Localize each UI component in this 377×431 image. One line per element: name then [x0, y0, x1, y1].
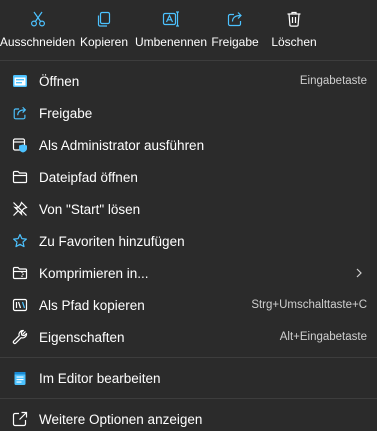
menu-item-label: Zu Favoriten hinzufügen: [39, 233, 185, 249]
context-menu: Ausschneiden Kopieren Umbenennen Freigab…: [0, 0, 377, 431]
separator: [0, 60, 377, 61]
menu-item-label: Weitere Optionen anzeigen: [39, 411, 203, 427]
unpin-icon: [11, 200, 29, 218]
admin-shield-icon: [11, 136, 29, 154]
separator: [0, 357, 377, 358]
quick-action-bar: Ausschneiden Kopieren Umbenennen Freigab…: [0, 0, 377, 56]
copy-button[interactable]: Kopieren: [75, 0, 133, 56]
wrench-icon: [11, 328, 29, 346]
menu-item-unpin-from-start[interactable]: Von "Start" lösen: [0, 193, 377, 225]
menu-item-label: Im Editor bearbeiten: [39, 370, 161, 386]
open-icon: [11, 72, 29, 90]
menu-item-run-as-admin[interactable]: Als Administrator ausführen: [0, 129, 377, 161]
menu-item-show-more-options[interactable]: Weitere Optionen anzeigen: [0, 403, 377, 431]
copy-icon: [97, 11, 111, 27]
menu-item-label: Als Pfad kopieren: [39, 297, 145, 313]
notepad-icon: [11, 369, 29, 387]
menu-item-label: Öffnen: [39, 73, 80, 89]
chevron-right-icon: [356, 268, 362, 278]
menu-item-share[interactable]: Freigabe: [0, 97, 377, 129]
rename-label: Umbenennen: [134, 35, 208, 49]
rename-icon: [162, 11, 179, 27]
menu-item-compress-to[interactable]: Komprimieren in...: [0, 257, 377, 289]
share-icon: [11, 104, 29, 122]
scissors-icon: [30, 11, 45, 27]
rename-button[interactable]: Umbenennen: [133, 0, 209, 56]
folder-icon: [11, 168, 29, 186]
trash-icon: [287, 11, 301, 27]
share-icon: [227, 12, 242, 27]
menu-item-edit-in-notepad[interactable]: Im Editor bearbeiten: [0, 362, 377, 394]
menu-item-label: Als Administrator ausführen: [39, 137, 205, 153]
menu-item-copy-as-path[interactable]: Als Pfad kopieren Strg+Umschalttaste+C: [0, 289, 377, 321]
menu-item-properties[interactable]: Eigenschaften Alt+Eingabetaste: [0, 321, 377, 353]
menu-item-open-file-location[interactable]: Dateipfad öffnen: [0, 161, 377, 193]
compress-folder-icon: [11, 264, 29, 282]
menu-item-label: Freigabe: [39, 105, 93, 121]
cut-label: Ausschneiden: [0, 35, 76, 49]
menu-item-label: Von "Start" lösen: [39, 201, 141, 217]
copy-label: Kopieren: [79, 35, 129, 49]
menu-item-add-to-favorites[interactable]: Zu Favoriten hinzufügen: [0, 225, 377, 257]
shortcut-text: Eingabetaste: [299, 75, 367, 87]
star-icon: [11, 232, 29, 250]
menu-item-label: Komprimieren in...: [39, 265, 149, 281]
delete-label: Löschen: [271, 35, 317, 49]
shortcut-text: Alt+Eingabetaste: [279, 331, 367, 343]
copy-path-icon: [11, 296, 29, 314]
cut-button[interactable]: Ausschneiden: [0, 0, 75, 56]
share-label: Freigabe: [211, 35, 259, 49]
separator: [0, 398, 377, 399]
menu-item-label: Dateipfad öffnen: [39, 169, 138, 185]
more-options-icon: [11, 410, 29, 428]
delete-button[interactable]: Löschen: [261, 0, 327, 56]
shortcut-text: Strg+Umschalttaste+C: [251, 299, 367, 311]
menu-item-open[interactable]: Öffnen Eingabetaste: [0, 65, 377, 97]
menu-item-label: Eigenschaften: [39, 329, 125, 345]
share-button[interactable]: Freigabe: [209, 0, 261, 56]
